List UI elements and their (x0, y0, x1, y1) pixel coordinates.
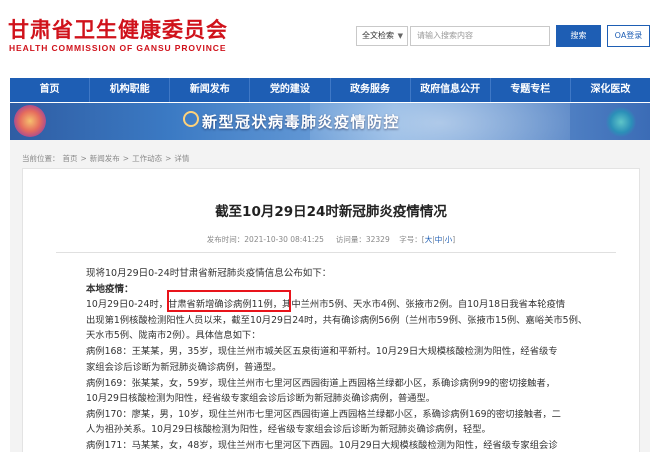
breadcrumb-item-news[interactable]: 新闻发布 (90, 154, 120, 163)
site-logo-title[interactable]: 甘肃省卫生健康委员会 (8, 14, 228, 44)
oa-login-button[interactable]: OA登录 (607, 25, 650, 47)
breadcrumb-item-detail: 详情 (174, 154, 190, 163)
breadcrumb: 当前位置： 首页 > 新闻发布 > 工作动态 > 详情 (22, 153, 192, 164)
emblem-icon (183, 111, 199, 127)
case-168-cont: 家组会诊后诊断为新冠肺炎确诊病例，普通型。 (86, 362, 282, 373)
font-size-large[interactable]: 大 (425, 235, 433, 244)
search-input[interactable]: 请输入搜索内容 (410, 26, 550, 46)
highlight-box (167, 290, 291, 312)
breadcrumb-separator: > (122, 154, 130, 163)
article-paragraph: 天水市5例、陇南市2例）。具体信息如下： (86, 330, 261, 341)
views-count: 32329 (365, 235, 390, 244)
case-169-cont: 10月29日核酸检测为阳性，经省级专家组会诊后诊断为新冠肺炎确诊病例，普通型。 (86, 393, 436, 404)
breadcrumb-label: 当前位置： (22, 154, 60, 163)
breadcrumb-item-home[interactable]: 首页 (63, 154, 78, 163)
virus-icon (606, 107, 636, 137)
font-size-label: 字号： (399, 235, 422, 244)
search-scope-label: 全文检索 (362, 31, 394, 40)
views-label: 访问量： (335, 235, 366, 244)
nav-item-home[interactable]: 首页 (10, 78, 91, 102)
meta-divider (56, 252, 616, 253)
chevron-down-icon: ▼ (397, 32, 403, 40)
virus-icon (14, 105, 46, 137)
breadcrumb-separator: > (80, 154, 87, 163)
article-paragraph: 10月29日0-24时，甘肃省新增确诊病例11例，其中兰州市5例、天水市4例、张… (86, 299, 566, 310)
case-170-cont: 人为祖孙关系。10月29日核酸检测为阳性，经省级专家组会诊后诊断为新冠肺炎确诊病… (86, 424, 491, 435)
nav-item-party[interactable]: 党的建设 (250, 78, 331, 102)
font-size-small[interactable]: 小 (445, 235, 453, 244)
article-paragraph: 出现第1例核酸检测阳性人员以来，截至10月29日24时，共有确诊病例56例（兰州… (86, 315, 588, 326)
font-size-medium[interactable]: 中 (435, 235, 443, 244)
nav-item-reform[interactable]: 深化医改 (571, 78, 650, 102)
breadcrumb-item-work[interactable]: 工作动态 (132, 154, 162, 163)
article-title: 截至10月29日24时新冠肺炎疫情情况 (215, 204, 447, 220)
covid-banner[interactable]: 新型冠状病毒肺炎疫情防控 (10, 103, 650, 140)
nav-item-services[interactable]: 政务服务 (331, 78, 411, 102)
case-169: 病例169：张某某，女，59岁，现住兰州市七里河区西园街道上西园格兰绿都小区，系… (86, 378, 556, 389)
site-header: 甘肃省卫生健康委员会 HEALTH COMMISSION OF GANSU PR… (0, 0, 650, 78)
site-logo-subtitle: HEALTH COMMISSION OF GANSU PROVINCE (9, 43, 227, 53)
case-168: 病例168：王某某，男，35岁，现住兰州市城关区五泉街道和平新村。10月29日大… (86, 346, 558, 357)
article-section-heading: 本地疫情： (86, 284, 134, 295)
publish-time: 发布时间：2021-10-30 08:41:25 (206, 235, 324, 244)
nav-item-news[interactable]: 新闻发布 (170, 78, 251, 102)
nav-item-topics[interactable]: 专题专栏 (491, 78, 571, 102)
case-171: 病例171：马某某，女，48岁，现住兰州市七里河区下西园。10月29日大规模核酸… (86, 440, 558, 451)
nav-item-disclosure[interactable]: 政府信息公开 (411, 78, 491, 102)
search-scope-select[interactable]: 全文检索 ▼ (356, 26, 408, 46)
search-button[interactable]: 搜索 (556, 25, 601, 47)
main-nav: 首页 机构职能 新闻发布 党的建设 政务服务 政府信息公开 专题专栏 深化医改 (10, 78, 650, 102)
nav-item-functions[interactable]: 机构职能 (90, 78, 171, 102)
breadcrumb-separator: > (165, 154, 172, 163)
banner-title: 新型冠状病毒肺炎疫情防控 (202, 113, 401, 131)
article-intro: 现将10月29日0-24时甘肃省新冠肺炎疫情信息公布如下： (86, 268, 332, 279)
article-meta: 发布时间：2021-10-30 08:41:25 访问量：32329 字号：[大… (206, 235, 456, 244)
case-170: 病例170：廖某，男，10岁，现住兰州市七里河区西园街道上西园格兰绿都小区，系确… (86, 409, 561, 420)
